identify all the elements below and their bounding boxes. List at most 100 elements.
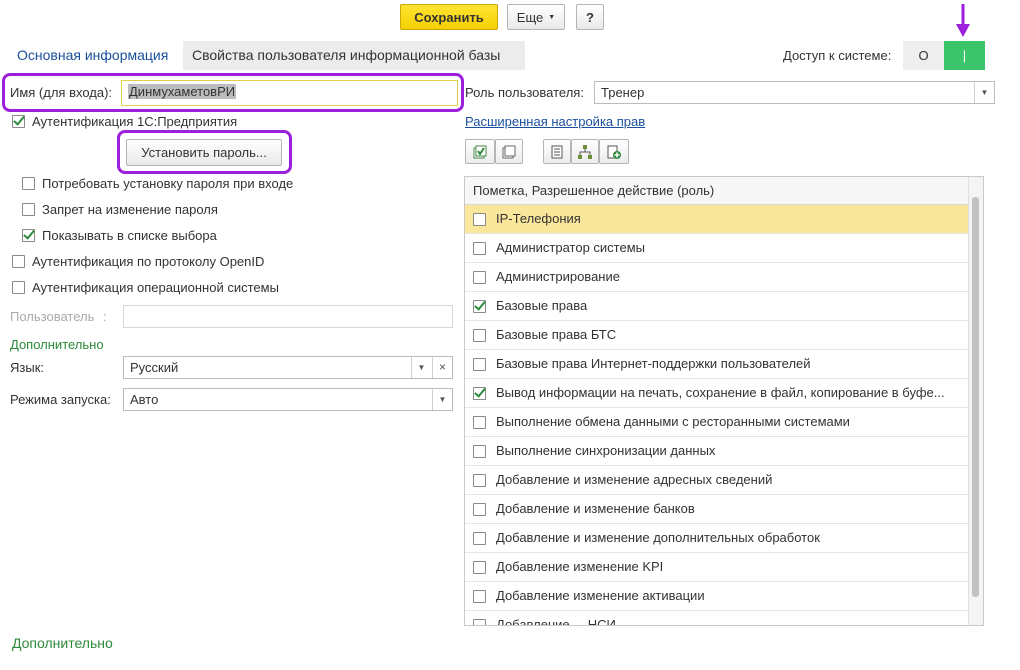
access-label: Доступ к системе: xyxy=(783,48,892,63)
row-label: Базовые права xyxy=(496,298,588,313)
check-all-button[interactable] xyxy=(465,139,495,164)
login-value: ДинмухаметовРИ xyxy=(128,84,237,99)
row-checkbox[interactable] xyxy=(473,358,486,371)
row-label: Выполнение обмена данными с ресторанными… xyxy=(496,414,850,429)
tab-db-user-props[interactable]: Свойства пользователя информационной баз… xyxy=(183,41,525,70)
language-select[interactable]: Русский ▼ × xyxy=(123,356,453,379)
roles-table-body: IP-Телефония Администратор системы Админис… xyxy=(465,205,983,626)
language-value: Русский xyxy=(130,360,179,375)
row-checkbox[interactable] xyxy=(473,590,486,603)
scrollbar[interactable] xyxy=(968,177,983,625)
auth-1c-checkbox[interactable] xyxy=(12,115,25,128)
access-off[interactable]: О xyxy=(903,41,944,70)
table-row[interactable]: Добавление и изменение дополнительных об… xyxy=(465,524,983,553)
clear-icon[interactable]: × xyxy=(432,357,452,378)
hierarchy-button[interactable] xyxy=(571,139,599,164)
user-separator: : xyxy=(103,309,107,324)
table-row[interactable]: Вывод информации на печать, сохранение в… xyxy=(465,379,983,408)
openid-auth-checkbox[interactable] xyxy=(12,255,25,268)
roles-table: Пометка, Разрешенное действие (роль) IP-… xyxy=(464,176,984,626)
auth-1c-label: Аутентификация 1С:Предприятия xyxy=(32,114,238,129)
table-row[interactable]: Добавление и изменение адресных сведений xyxy=(465,466,983,495)
access-toggle[interactable]: О | xyxy=(903,41,985,70)
check-all-icon xyxy=(473,145,487,159)
row-label: Администратор системы xyxy=(496,240,645,255)
chevron-down-icon[interactable]: ▼ xyxy=(411,357,431,378)
require-password-change-checkbox[interactable] xyxy=(22,177,35,190)
row-label: Добавление и изменение банков xyxy=(496,501,695,516)
footer-additional-link[interactable]: Дополнительно xyxy=(12,635,113,651)
table-row[interactable]: Добавление изменение активации xyxy=(465,582,983,611)
table-row[interactable]: Базовые права Интернет-поддержки пользов… xyxy=(465,350,983,379)
chevron-down-icon[interactable]: ▼ xyxy=(432,389,452,410)
openid-auth-label: Аутентификация по протоколу OpenID xyxy=(32,254,265,269)
row-label: Добавление изменение активации xyxy=(496,588,705,603)
uncheck-all-button[interactable] xyxy=(495,139,523,164)
table-row[interactable]: Добавление ... НСИ xyxy=(465,611,983,626)
tab-db-user-props-label: Свойства пользователя информационной баз… xyxy=(192,47,501,63)
role-value: Тренер xyxy=(601,85,645,100)
table-row[interactable]: Базовые права xyxy=(465,292,983,321)
row-checkbox[interactable] xyxy=(473,271,486,284)
launch-mode-select[interactable]: Авто ▼ xyxy=(123,388,453,411)
row-checkbox[interactable] xyxy=(473,561,486,574)
table-row[interactable]: Выполнение обмена данными с ресторанными… xyxy=(465,408,983,437)
row-label: Добавление и изменение дополнительных об… xyxy=(496,530,820,545)
row-checkbox[interactable] xyxy=(473,445,486,458)
uncheck-all-icon xyxy=(502,145,516,159)
row-label: Выполнение синхронизации данных xyxy=(496,443,716,458)
access-on[interactable]: | xyxy=(944,41,985,70)
os-auth-checkbox[interactable] xyxy=(12,281,25,294)
user-label: Пользователь xyxy=(10,309,95,324)
row-checkbox[interactable] xyxy=(473,213,486,226)
table-row[interactable]: Выполнение синхронизации данных xyxy=(465,437,983,466)
row-label: Базовые права БТС xyxy=(496,327,617,342)
report-button[interactable] xyxy=(543,139,571,164)
login-label: Имя (для входа): xyxy=(10,85,113,100)
chevron-down-icon: ▼ xyxy=(548,13,556,21)
advanced-rights-link[interactable]: Расширенная настройка прав xyxy=(465,114,645,129)
user-input[interactable] xyxy=(123,305,453,328)
require-password-change-label: Потребовать установку пароля при входе xyxy=(42,176,294,191)
arrow-down-icon xyxy=(956,4,970,37)
table-row[interactable]: IP-Телефония xyxy=(465,205,983,234)
save-button[interactable]: Сохранить xyxy=(400,4,498,30)
role-select[interactable]: Тренер ▼ xyxy=(594,81,995,104)
row-checkbox[interactable] xyxy=(473,474,486,487)
more-button[interactable]: Еще ▼ xyxy=(507,4,565,30)
row-checkbox[interactable] xyxy=(473,416,486,429)
more-label: Еще xyxy=(516,9,544,25)
row-label: Вывод информации на печать, сохранение в… xyxy=(496,385,945,400)
additional-header[interactable]: Дополнительно xyxy=(10,337,104,352)
show-in-list-checkbox[interactable] xyxy=(22,229,35,242)
row-checkbox[interactable] xyxy=(473,387,486,400)
row-checkbox[interactable] xyxy=(473,503,486,516)
table-row[interactable]: Добавление и изменение банков xyxy=(465,495,983,524)
row-label: Базовые права Интернет-поддержки пользов… xyxy=(496,356,811,371)
row-checkbox[interactable] xyxy=(473,300,486,313)
add-document-button[interactable] xyxy=(599,139,629,164)
table-row[interactable]: Базовые права БТС xyxy=(465,321,983,350)
help-button[interactable]: ? xyxy=(576,4,604,30)
row-checkbox[interactable] xyxy=(473,242,486,255)
login-input[interactable]: ДинмухаметовРИ xyxy=(121,80,458,106)
hierarchy-icon xyxy=(578,145,592,159)
table-row[interactable]: Администрирование xyxy=(465,263,983,292)
tab-main-info[interactable]: Основная информация xyxy=(17,47,168,63)
os-auth-label: Аутентификация операционной системы xyxy=(32,280,279,295)
table-row[interactable]: Добавление изменение KPI xyxy=(465,553,983,582)
access-on-label: | xyxy=(962,48,967,63)
list-icon xyxy=(551,145,563,159)
chevron-down-icon[interactable]: ▼ xyxy=(974,82,994,103)
table-row[interactable]: Администратор системы xyxy=(465,234,983,263)
set-password-button[interactable]: Установить пароль... xyxy=(126,139,282,166)
row-checkbox[interactable] xyxy=(473,619,486,625)
row-checkbox[interactable] xyxy=(473,329,486,342)
forbid-password-change-checkbox[interactable] xyxy=(22,203,35,216)
launch-mode-label: Режима запуска: xyxy=(10,392,111,407)
add-document-icon xyxy=(607,145,621,159)
row-label: Администрирование xyxy=(496,269,620,284)
row-checkbox[interactable] xyxy=(473,532,486,545)
scrollbar-thumb[interactable] xyxy=(972,197,979,597)
row-label: Добавление ... НСИ xyxy=(496,617,616,626)
